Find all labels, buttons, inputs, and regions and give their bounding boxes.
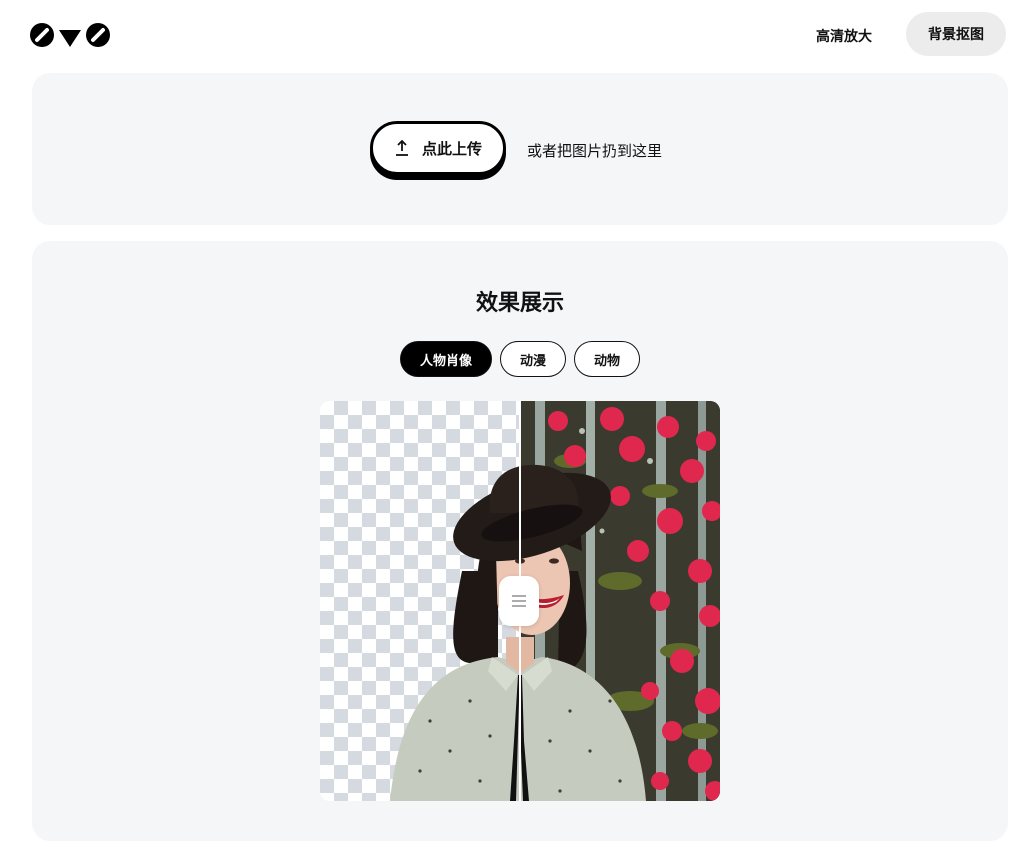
tab-portrait[interactable]: 人物肖像 <box>400 341 492 377</box>
demo-tabs: 人物肖像 动漫 动物 <box>32 341 1008 377</box>
owo-logo-icon[interactable] <box>30 21 112 49</box>
compare-drag-handle[interactable] <box>499 576 539 626</box>
header: 高清放大 背景抠图 <box>0 0 1018 70</box>
tab-anime-label: 动漫 <box>519 353 546 369</box>
upload-dropzone[interactable]: 点此上传 或者把图片扔到这里 <box>32 73 1008 225</box>
tab-animal[interactable]: 动物 <box>574 341 640 377</box>
upload-button[interactable]: 点此上传 <box>370 121 506 175</box>
upload-button-label: 点此上传 <box>421 139 482 158</box>
tab-animal-label: 动物 <box>593 353 620 369</box>
nav-upscale-link[interactable]: 高清放大 <box>816 26 872 46</box>
tab-anime[interactable]: 动漫 <box>500 341 566 377</box>
drag-handle-lines-icon <box>512 595 526 607</box>
nav-remove-bg-button[interactable]: 背景抠图 <box>906 12 1006 56</box>
tab-portrait-label: 人物肖像 <box>419 353 472 369</box>
before-after-compare[interactable] <box>320 401 720 801</box>
drop-hint-text: 或者把图片扔到这里 <box>527 142 663 160</box>
demo-section: 效果展示 人物肖像 动漫 动物 <box>32 241 1008 841</box>
demo-title: 效果展示 <box>475 291 564 316</box>
upload-arrow-icon <box>395 139 408 156</box>
nav-remove-bg-label: 背景抠图 <box>928 27 984 43</box>
